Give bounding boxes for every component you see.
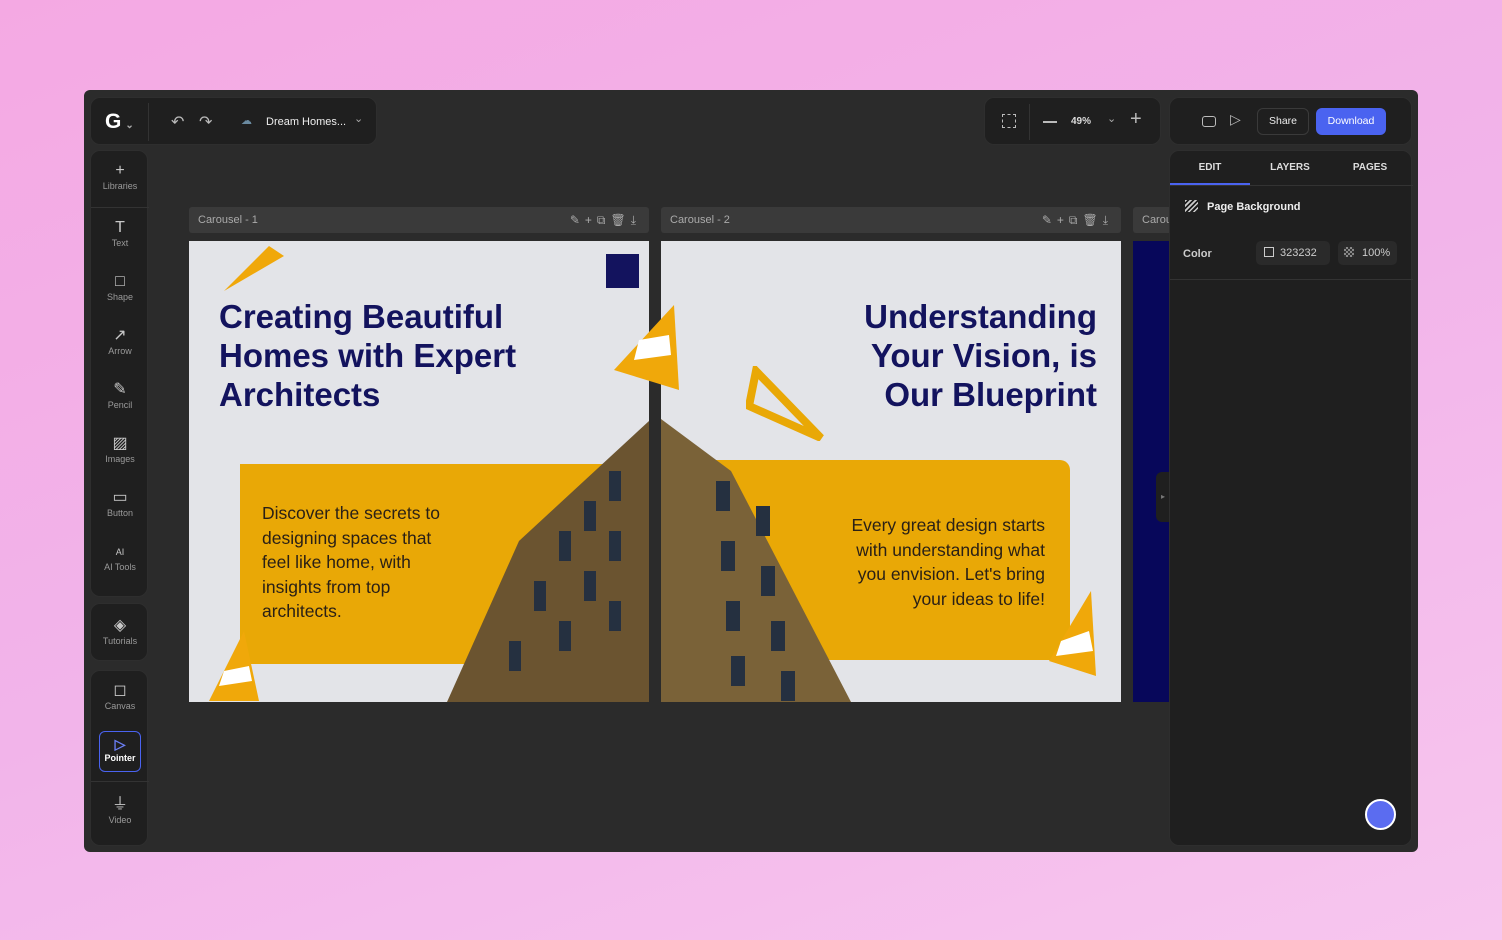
tool-shape[interactable]: □ Shape xyxy=(91,272,149,302)
hatch-icon xyxy=(1185,200,1198,212)
tool-arrow[interactable]: ↗ Arrow xyxy=(91,326,149,356)
slide-header-1[interactable]: Carousel - 1 ✎+⧉🗑⤓ xyxy=(189,207,649,233)
traffic-cone-icon xyxy=(614,305,679,390)
left-toolbar: + Libraries T Text □ Shape ↗ Arrow ✎ Pencil ▨… xyxy=(90,150,149,597)
slide-2[interactable]: Understanding Your Vision, is Our Blueprin… xyxy=(661,241,1121,702)
canvas-icon: ◻ xyxy=(113,682,127,699)
traffic-cone-icon xyxy=(1049,591,1096,676)
tool-images[interactable]: ▨ Images xyxy=(91,434,149,464)
editor-window: G ⌄ ↶ ↷ ☁ Dream Homes... ⌄ 49% ⌄ + ▷ Shar… xyxy=(84,90,1418,852)
pointer-icon: ▷ xyxy=(114,736,126,752)
zoom-out-icon[interactable] xyxy=(1043,121,1057,123)
zoom-dropdown-icon[interactable]: ⌄ xyxy=(1107,112,1116,125)
top-right-toolbar: ▷ Share Download xyxy=(1169,97,1412,145)
comment-icon[interactable] xyxy=(1202,116,1216,127)
undo-icon[interactable]: ↶ xyxy=(171,112,184,132)
fit-screen-icon[interactable] xyxy=(1002,114,1016,128)
zoom-toolbar: 49% ⌄ + xyxy=(984,97,1161,145)
traffic-cone-icon xyxy=(209,631,259,701)
logo-menu[interactable]: G ⌄ xyxy=(105,110,134,134)
pointer-button[interactable]: ▷ Pointer xyxy=(99,731,141,772)
tool-libraries[interactable]: + Libraries xyxy=(91,161,149,191)
ruler-triangle-icon xyxy=(746,366,824,441)
redo-icon[interactable]: ↷ xyxy=(199,112,212,132)
slide-body: Every great design starts with understand… xyxy=(851,515,1045,609)
opacity-input[interactable]: 100% xyxy=(1338,241,1397,265)
tool-pencil[interactable]: ✎ Pencil xyxy=(91,380,149,410)
color-swatch xyxy=(1264,247,1274,257)
download-button[interactable]: Download xyxy=(1316,108,1386,135)
mode-panel: ◻ Canvas ▷ Pointer ⏚ Video xyxy=(90,670,149,846)
tab-edit[interactable]: EDIT xyxy=(1170,151,1250,185)
collapse-panel-handle[interactable]: ▸ xyxy=(1156,472,1170,522)
cloud-sync-icon: ☁ xyxy=(241,115,252,127)
tab-pages[interactable]: PAGES xyxy=(1330,151,1410,185)
tool-text[interactable]: T Text xyxy=(91,218,149,248)
slide-actions: ✎+⧉🗑⤓ xyxy=(569,213,641,227)
slide-actions: ✎+⧉🗑⤓ xyxy=(1041,213,1113,227)
tutorials-button[interactable]: ◈ Tutorials xyxy=(91,616,149,646)
chevron-down-icon[interactable]: ⌄ xyxy=(354,112,363,125)
top-left-toolbar: G ⌄ ↶ ↷ ☁ Dream Homes... ⌄ xyxy=(90,97,377,145)
tool-ai-tools[interactable]: AI AI Tools xyxy=(91,542,149,572)
video-icon: ⏚ xyxy=(111,796,128,813)
tool-button[interactable]: ▭ Button xyxy=(91,488,149,518)
zoom-in-icon[interactable]: + xyxy=(1130,108,1142,131)
play-icon[interactable]: ▷ xyxy=(1230,111,1241,128)
slide-header-2[interactable]: Carousel - 2 ✎+⧉🗑⤓ xyxy=(661,207,1121,233)
checker-icon xyxy=(1344,247,1354,257)
canvas-button[interactable]: ◻ Canvas xyxy=(91,681,149,711)
zoom-level[interactable]: 49% xyxy=(1071,116,1091,127)
chat-support-button[interactable] xyxy=(1365,799,1396,830)
properties-panel: EDIT LAYERS PAGES Page Background Color … xyxy=(1169,150,1413,846)
layers-icon: ◈ xyxy=(113,617,127,634)
project-name[interactable]: Dream Homes... xyxy=(266,116,346,128)
slide-1[interactable]: Creating Beautiful Homes with Expert Archi… xyxy=(189,241,649,702)
section-title: Page Background xyxy=(1207,201,1301,213)
tutorials-panel: ◈ Tutorials xyxy=(90,603,148,661)
video-button[interactable]: ⏚ Video xyxy=(91,795,149,825)
color-input[interactable]: 323232 xyxy=(1256,241,1330,265)
color-label: Color xyxy=(1183,248,1212,260)
tab-layers[interactable]: LAYERS xyxy=(1250,151,1330,185)
share-button[interactable]: Share xyxy=(1257,108,1309,135)
traffic-cone-icon xyxy=(224,246,284,291)
